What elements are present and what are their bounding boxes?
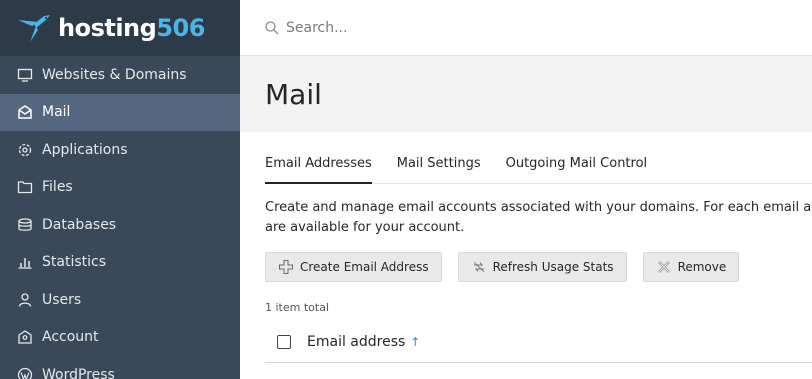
refresh-usage-stats-label: Refresh Usage Stats (492, 260, 614, 274)
plus-icon (279, 260, 293, 274)
brand-name: hosting506 (58, 14, 205, 42)
sort-ascending-icon[interactable]: ↑ (410, 335, 420, 349)
sidebar-item-label: Users (42, 291, 82, 308)
sidebar-item-label: Statistics (42, 254, 106, 271)
sidebar-item-statistics[interactable]: Statistics (0, 244, 240, 282)
search-input[interactable] (286, 19, 686, 36)
tab-bar: Email Addresses Mail Settings Outgoing M… (265, 154, 812, 184)
brand-logo[interactable]: hosting506 (0, 0, 240, 56)
create-email-address-button[interactable]: Create Email Address (265, 252, 442, 282)
remove-button[interactable]: Remove (642, 252, 740, 282)
description-line-2: are available for your account. (265, 220, 465, 235)
search-icon (265, 20, 279, 34)
envelope-icon (17, 104, 33, 120)
sidebar-item-mail[interactable]: Mail (0, 93, 240, 131)
sidebar-item-account[interactable]: Account (0, 319, 240, 357)
sidebar-item-websites-domains[interactable]: Websites & Domains (0, 56, 240, 94)
item-count: 1 item total (265, 301, 329, 314)
column-header-email-address[interactable]: Email address (307, 334, 405, 350)
page-header: Mail (240, 56, 812, 132)
user-icon (17, 292, 33, 308)
remove-x-icon (657, 261, 670, 273)
folder-icon (17, 179, 33, 195)
sidebar-item-databases[interactable]: Databases (0, 206, 240, 244)
description-line-1: Create and manage email accounts associa… (265, 200, 812, 215)
sidebar-item-label: Files (42, 179, 73, 196)
refresh-icon (473, 261, 484, 273)
page-title: Mail (265, 77, 322, 111)
sidebar: hosting506 Websites & Domains Mail Appli… (0, 0, 240, 379)
remove-label: Remove (677, 260, 727, 274)
create-email-address-label: Create Email Address (300, 260, 429, 274)
bar-chart-icon (17, 254, 33, 270)
sidebar-item-label: Mail (42, 104, 71, 121)
sidebar-item-label: WordPress (42, 366, 115, 379)
sidebar-item-files[interactable]: Files (0, 169, 240, 207)
list-divider (265, 362, 812, 363)
wordpress-icon (17, 367, 33, 379)
tab-outgoing-mail-control[interactable]: Outgoing Mail Control (506, 154, 648, 184)
sidebar-item-applications[interactable]: Applications (0, 131, 240, 169)
sidebar-item-label: Account (42, 329, 99, 346)
tab-mail-settings[interactable]: Mail Settings (397, 154, 481, 184)
gear-icon (17, 142, 33, 158)
top-search-bar (240, 0, 812, 56)
mail-panel: Email Addresses Mail Settings Outgoing M… (240, 132, 812, 363)
list-header-row: Email address ↑ (265, 331, 812, 353)
sidebar-item-label: Websites & Domains (42, 66, 187, 83)
select-all-checkbox[interactable] (277, 335, 291, 349)
sidebar-item-label: Databases (42, 216, 117, 233)
sidebar-item-wordpress[interactable]: WordPress (0, 356, 240, 379)
main-content: Mail Email Addresses Mail Settings Outgo… (240, 0, 812, 379)
monitor-icon (17, 67, 33, 83)
hummingbird-logo-icon (18, 15, 50, 42)
account-icon (17, 329, 33, 345)
database-icon (17, 217, 33, 233)
description-text: Create and manage email accounts associa… (265, 198, 812, 238)
sidebar-item-label: Applications (42, 141, 128, 158)
toolbar: Create Email Address Refresh Usage Stats… (265, 252, 812, 282)
sidebar-item-users[interactable]: Users (0, 281, 240, 319)
tab-email-addresses[interactable]: Email Addresses (265, 154, 372, 184)
refresh-usage-stats-button[interactable]: Refresh Usage Stats (457, 252, 627, 282)
